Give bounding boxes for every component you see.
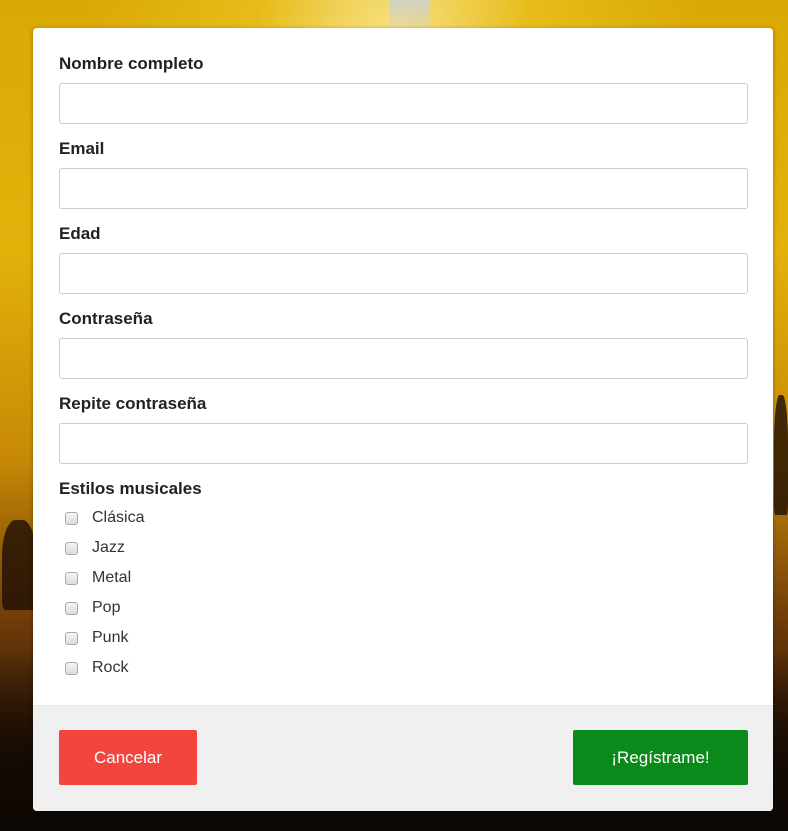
checkbox[interactable] [65,511,78,525]
style-option-pop[interactable]: Pop [65,593,748,623]
style-option-clasica[interactable]: Clásica [65,503,748,533]
email-label: Email [59,139,105,158]
checkbox[interactable] [65,571,78,585]
password-input[interactable] [59,338,748,379]
style-option-rock[interactable]: Rock [65,653,748,683]
style-option-jazz[interactable]: Jazz [65,533,748,563]
repeat-password-input[interactable] [59,423,748,464]
music-styles-list: Clásica Jazz Metal Pop Punk Rock [59,503,748,683]
checkbox[interactable] [65,631,78,645]
style-option-metal[interactable]: Metal [65,563,748,593]
checkbox[interactable] [65,541,78,555]
password-label: Contraseña [59,309,153,328]
style-option-label: Metal [92,569,132,586]
registration-form: Nombre completo Email Edad Contraseña Re… [33,28,773,683]
email-input[interactable] [59,168,748,209]
music-styles-label: Estilos musicales [59,479,202,498]
full-name-label: Nombre completo [59,54,204,73]
cancel-button[interactable]: Cancelar [59,730,197,785]
style-option-label: Punk [92,629,129,646]
checkbox[interactable] [65,601,78,615]
style-option-label: Clásica [92,509,145,526]
repeat-password-label: Repite contraseña [59,394,207,413]
style-option-label: Jazz [92,539,125,556]
age-label: Edad [59,224,101,243]
style-option-label: Rock [92,659,129,676]
register-button[interactable]: ¡Regístrame! [573,730,748,785]
raised-hand-left [2,520,36,610]
style-option-punk[interactable]: Punk [65,623,748,653]
full-name-input[interactable] [59,83,748,124]
checkbox[interactable] [65,661,78,675]
style-option-label: Pop [92,599,121,616]
age-input[interactable] [59,253,748,294]
form-footer: Cancelar ¡Regístrame! [33,705,773,811]
raised-hand-right [774,395,788,515]
registration-card: Nombre completo Email Edad Contraseña Re… [33,28,773,811]
